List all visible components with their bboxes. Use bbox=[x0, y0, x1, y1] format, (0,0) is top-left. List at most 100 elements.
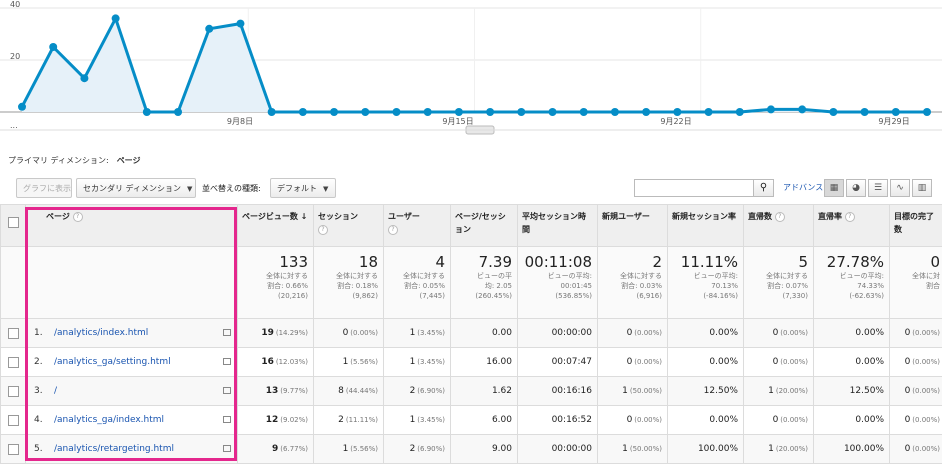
totals-cell: 7.39 ビューの平 均: 2.05 (260.45%) bbox=[450, 246, 518, 319]
help-icon[interactable]: ? bbox=[388, 224, 398, 235]
row-checkbox-cell[interactable] bbox=[0, 347, 26, 377]
external-link-icon[interactable] bbox=[223, 387, 231, 394]
sort-arrow-icon: ↓ bbox=[300, 212, 308, 221]
totals-note: ビューの平 bbox=[477, 272, 512, 280]
primary-dimension-value[interactable]: ページ bbox=[117, 156, 141, 165]
totals-value: 27.78% bbox=[826, 253, 884, 271]
sessions-cell: 1 (5.56%) bbox=[313, 347, 384, 377]
secondary-dimension-dropdown[interactable]: セカンダリ ディメンション ▼ bbox=[76, 178, 196, 198]
totals-note: 割合: 0.05% bbox=[404, 282, 445, 290]
bar-view-icon[interactable]: ☰ bbox=[868, 179, 888, 197]
totals-row: 133 全体に対する 割合: 0.66% (20,216) 18 全体に対する 割合: 0.… bbox=[0, 246, 942, 319]
primary-dimension: プライマリ ディメンション: ページ bbox=[8, 155, 141, 166]
table-row[interactable]: 3. / 13 (9.77%) 8 (44.44%) 2 (6.90%) 1.62 00:16:1… bbox=[0, 376, 942, 406]
page-cell[interactable]: 5. /analytics/retargeting.html bbox=[25, 434, 238, 464]
table-row[interactable]: 4. /analytics_ga/index.html 12 (9.02%) 2 (11.… bbox=[0, 405, 942, 435]
pageviews-cell: 12 (9.02%) bbox=[237, 405, 314, 435]
column-pages-per-session[interactable]: ページ/セッション bbox=[450, 204, 518, 247]
row-checkbox-cell[interactable] bbox=[0, 434, 26, 464]
totals-note: 全体に対する bbox=[766, 272, 808, 280]
page-cell[interactable]: 1. /analytics/index.html bbox=[25, 318, 238, 348]
bounce-rate-cell: 0.00% bbox=[813, 347, 890, 377]
table-header: ページ ? ページビュー数 ↓ セッション? ユーザー? ページ/セッション 平… bbox=[0, 204, 942, 247]
page-cell[interactable]: 4. /analytics_ga/index.html bbox=[25, 405, 238, 435]
page-link[interactable]: /analytics/retargeting.html bbox=[54, 444, 174, 454]
totals-note: (7,445) bbox=[419, 292, 445, 300]
comparison-view-icon[interactable]: ∿ bbox=[890, 179, 910, 197]
totals-note: 割合: 0.07% bbox=[767, 282, 808, 290]
row-checkbox-cell[interactable] bbox=[0, 405, 26, 435]
page-cell[interactable]: 2. /analytics_ga/setting.html bbox=[25, 347, 238, 377]
help-icon[interactable]: ? bbox=[844, 211, 855, 222]
totals-note: 割合: 0.66% bbox=[267, 282, 308, 290]
pages-per-session-cell: 16.00 bbox=[450, 347, 518, 377]
search-input[interactable] bbox=[634, 179, 754, 197]
advanced-link[interactable]: アドバンス bbox=[783, 182, 823, 193]
page-link[interactable]: /analytics_ga/index.html bbox=[54, 415, 164, 425]
search-icon[interactable]: ⚲ bbox=[754, 179, 774, 197]
table-view-icon[interactable]: ▦ bbox=[824, 179, 844, 197]
column-page[interactable]: ページ ? bbox=[25, 204, 238, 247]
data-point bbox=[923, 108, 931, 116]
users-cell: 2 (6.90%) bbox=[383, 434, 451, 464]
row-checkbox-cell[interactable] bbox=[0, 318, 26, 348]
page-cell[interactable]: 3. / bbox=[25, 376, 238, 406]
new-users-cell: 1 (50.00%) bbox=[597, 434, 668, 464]
data-point bbox=[18, 102, 26, 111]
graph-button[interactable]: グラフに表示 bbox=[16, 178, 72, 198]
external-link-icon[interactable] bbox=[223, 445, 231, 452]
bounces-cell: 1 (20.00%) bbox=[743, 376, 814, 406]
totals-note: 全体に対 bbox=[912, 272, 940, 280]
help-icon[interactable]: ? bbox=[774, 211, 785, 222]
column-new-session-rate[interactable]: 新規セッション率 bbox=[667, 204, 744, 247]
new-users-cell: 0 (0.00%) bbox=[597, 318, 668, 348]
totals-cell: 0 全体に対 割合 bbox=[889, 246, 942, 319]
totals-note: 74.33% bbox=[857, 282, 884, 290]
y-tick-label: 40 bbox=[10, 0, 20, 9]
row-checkbox-cell[interactable] bbox=[0, 376, 26, 406]
column-bounces[interactable]: 直帰数 ? bbox=[743, 204, 814, 247]
column-pageviews[interactable]: ページビュー数 ↓ bbox=[237, 204, 314, 247]
data-point bbox=[673, 108, 682, 116]
column-sessions[interactable]: セッション? bbox=[313, 204, 384, 247]
row-checkbox[interactable] bbox=[7, 327, 19, 339]
table-row[interactable]: 5./analytics/retargeting.html 9 (6.77%) 1 (5… bbox=[0, 434, 942, 464]
column-new-users[interactable]: 新規ユーザー bbox=[597, 204, 668, 247]
data-point bbox=[205, 24, 214, 33]
help-icon[interactable]: ? bbox=[72, 211, 83, 222]
pie-view-icon[interactable]: ◕ bbox=[846, 179, 866, 197]
totals-note: ビューの平均: bbox=[839, 272, 884, 280]
totals-note: 割合: 0.03% bbox=[621, 282, 662, 290]
row-checkbox[interactable] bbox=[7, 385, 19, 397]
pivot-view-icon[interactable]: ▥ bbox=[912, 179, 932, 197]
external-link-icon[interactable] bbox=[223, 416, 231, 423]
external-link-icon[interactable] bbox=[223, 358, 231, 365]
help-icon[interactable]: ? bbox=[318, 224, 328, 235]
y-tick-label: 20 bbox=[10, 52, 20, 61]
sort-value: デフォルト bbox=[277, 184, 317, 193]
external-link-icon[interactable] bbox=[223, 329, 231, 336]
column-bounce-rate[interactable]: 直帰率 ? bbox=[813, 204, 890, 247]
row-checkbox[interactable] bbox=[7, 414, 19, 426]
pages-per-session-cell: 1.62 bbox=[450, 376, 518, 406]
table-row[interactable]: 2./analytics_ga/setting.html 16 (12.03%) 1(… bbox=[0, 347, 942, 377]
sessions-cell: 2 (11.11%) bbox=[313, 405, 384, 435]
select-all-checkbox[interactable] bbox=[7, 217, 19, 228]
column-users[interactable]: ユーザー? bbox=[383, 204, 451, 247]
totals-note: (9,862) bbox=[352, 292, 378, 300]
sort-dropdown[interactable]: デフォルト ▼ bbox=[270, 178, 336, 198]
row-checkbox[interactable] bbox=[7, 443, 19, 455]
select-all-cell[interactable] bbox=[0, 204, 26, 247]
totals-cell: 5 全体に対する 割合: 0.07% (7,330) bbox=[743, 246, 814, 319]
pageviews-cell: 9 (6.77%) bbox=[237, 434, 314, 464]
page-link[interactable]: /analytics/index.html bbox=[54, 328, 148, 338]
totals-note: (20,216) bbox=[278, 292, 308, 300]
column-goal-completions[interactable]: 目標の完了数 bbox=[889, 204, 942, 247]
table-row[interactable]: 1./analytics/index.html 19 (14.29%) 0 (0.00%… bbox=[0, 318, 942, 348]
column-avg-session-duration[interactable]: 平均セッション時間 bbox=[517, 204, 598, 247]
page-link[interactable]: / bbox=[54, 386, 57, 396]
bounces-cell: 0 (0.00%) bbox=[743, 347, 814, 377]
totals-cell: 11.11% ビューの平均: 70.13% (-84.16%) bbox=[667, 246, 744, 319]
page-link[interactable]: /analytics_ga/setting.html bbox=[54, 357, 171, 367]
row-checkbox[interactable] bbox=[7, 356, 19, 368]
